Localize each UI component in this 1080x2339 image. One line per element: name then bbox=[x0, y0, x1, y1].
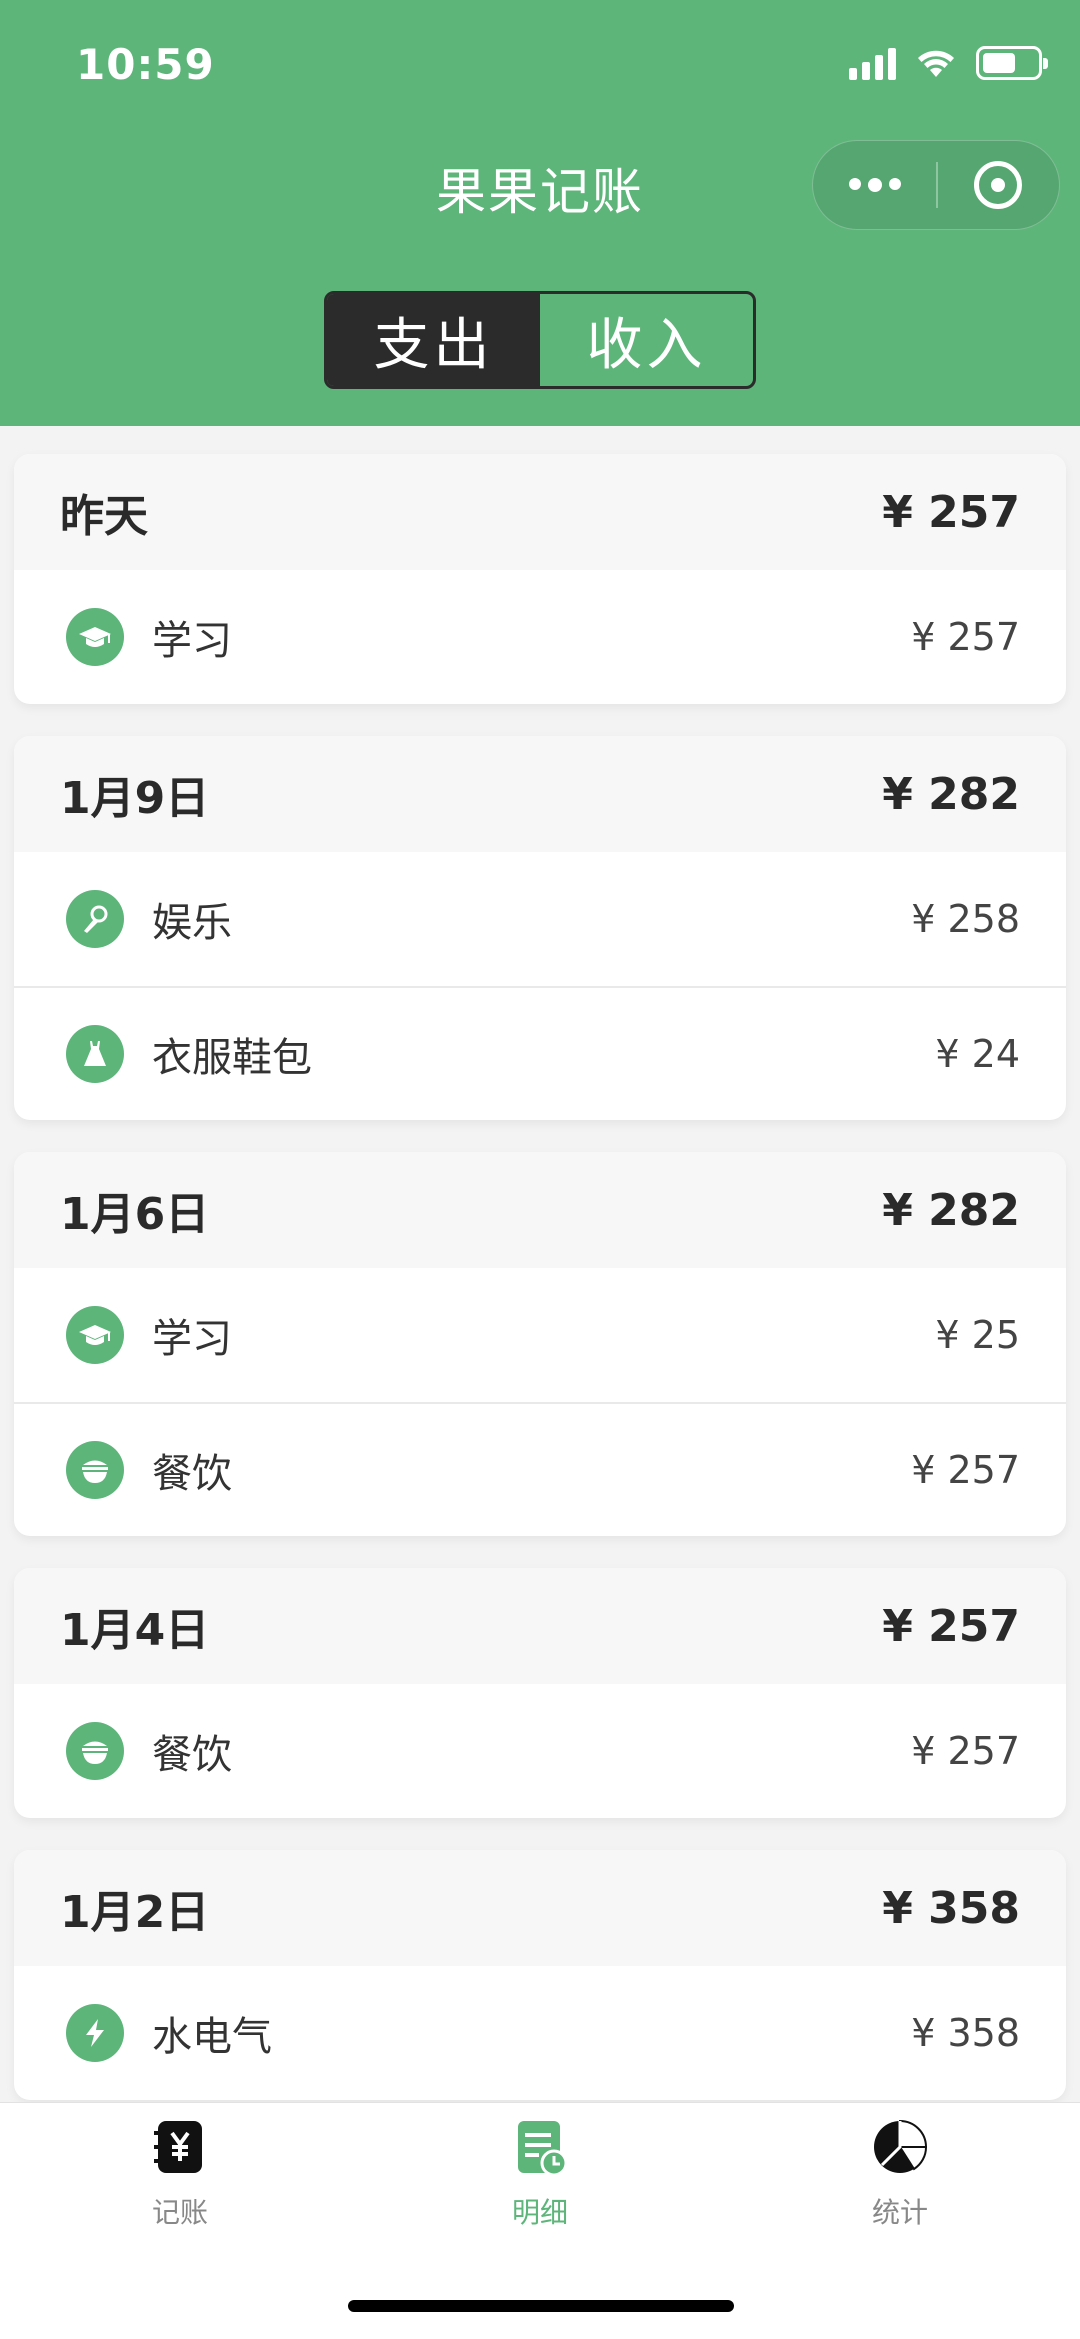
detail-list-clock-icon bbox=[518, 2121, 568, 2177]
ledger-yen-icon bbox=[154, 2121, 202, 2173]
record-amount: ¥ 358 bbox=[911, 2011, 1020, 2055]
day-total: ¥ 282 bbox=[882, 1184, 1020, 1236]
record-row[interactable]: 衣服鞋包 ¥ 24 bbox=[14, 986, 1066, 1120]
day-date: 1月4日 bbox=[60, 1605, 210, 1656]
record-category: 学习 bbox=[152, 1316, 232, 1362]
bowl-icon bbox=[66, 1722, 124, 1780]
day-group: 昨天 ¥ 257 学习 ¥ 257 bbox=[14, 454, 1066, 704]
record-amount: ¥ 25 bbox=[935, 1313, 1020, 1357]
tab-label: 记账 bbox=[151, 2196, 208, 2229]
day-date: 1月6日 bbox=[60, 1189, 210, 1240]
close-miniprogram-icon[interactable] bbox=[938, 161, 1059, 209]
record-category: 娱乐 bbox=[152, 900, 232, 946]
day-total: ¥ 282 bbox=[882, 768, 1020, 820]
day-date: 1月2日 bbox=[60, 1887, 210, 1938]
day-group: 1月9日 ¥ 282 娱乐 ¥ 258 衣服鞋包 ¥ 24 bbox=[14, 736, 1066, 1120]
lightning-icon bbox=[66, 2004, 124, 2062]
record-category: 水电气 bbox=[152, 2014, 272, 2060]
type-segmented-control: 支出 收入 bbox=[324, 291, 756, 389]
header-bar: 10:59 果果记账 支出 收入 bbox=[0, 0, 1080, 426]
segment-expense[interactable]: 支出 bbox=[327, 294, 540, 386]
day-header: 1月4日 ¥ 257 bbox=[14, 1568, 1066, 1684]
miniprogram-capsule bbox=[812, 140, 1060, 230]
record-amount: ¥ 257 bbox=[911, 1729, 1020, 1773]
tab-statistics[interactable]: 统计 bbox=[800, 2117, 1000, 2231]
graduation-cap-icon bbox=[66, 1306, 124, 1364]
record-row[interactable]: 水电气 ¥ 358 bbox=[14, 1966, 1066, 2100]
graduation-cap-icon bbox=[66, 608, 124, 666]
record-amount: ¥ 24 bbox=[935, 1032, 1020, 1076]
day-header: 昨天 ¥ 257 bbox=[14, 454, 1066, 570]
day-group: 1月2日 ¥ 358 水电气 ¥ 358 bbox=[14, 1850, 1066, 2100]
record-category: 学习 bbox=[152, 618, 232, 664]
bowl-icon bbox=[66, 1441, 124, 1499]
battery-icon bbox=[976, 46, 1048, 80]
record-category: 餐饮 bbox=[152, 1451, 232, 1497]
home-indicator bbox=[348, 2300, 734, 2312]
day-total: ¥ 257 bbox=[882, 1600, 1020, 1652]
record-amount: ¥ 257 bbox=[911, 1448, 1020, 1492]
record-amount: ¥ 257 bbox=[911, 615, 1020, 659]
record-row[interactable]: 娱乐 ¥ 258 bbox=[14, 852, 1066, 986]
record-row[interactable]: 餐饮 ¥ 257 bbox=[14, 1402, 1066, 1536]
day-date: 1月9日 bbox=[60, 773, 210, 824]
day-header: 1月2日 ¥ 358 bbox=[14, 1850, 1066, 1966]
microphone-icon bbox=[66, 890, 124, 948]
pie-chart-icon bbox=[874, 2119, 928, 2173]
dress-icon bbox=[66, 1025, 124, 1083]
record-list: 昨天 ¥ 257 学习 ¥ 257 1月9日 ¥ 282 娱乐 ¥ 258 衣服… bbox=[14, 454, 1066, 2132]
tab-ledger[interactable]: 记账 bbox=[80, 2117, 280, 2231]
tab-label: 统计 bbox=[871, 2196, 928, 2229]
day-total: ¥ 358 bbox=[882, 1882, 1020, 1934]
day-group: 1月6日 ¥ 282 学习 ¥ 25 餐饮 ¥ 257 bbox=[14, 1152, 1066, 1536]
segment-income[interactable]: 收入 bbox=[540, 294, 753, 386]
cellular-signal-icon bbox=[849, 46, 896, 80]
day-header: 1月9日 ¥ 282 bbox=[14, 736, 1066, 852]
tab-details[interactable]: 明细 bbox=[440, 2117, 640, 2231]
day-total: ¥ 257 bbox=[882, 486, 1020, 538]
record-category: 餐饮 bbox=[152, 1732, 232, 1778]
day-date: 昨天 bbox=[60, 491, 148, 542]
more-options-icon[interactable] bbox=[813, 178, 936, 192]
record-row[interactable]: 学习 ¥ 25 bbox=[14, 1268, 1066, 1402]
status-time: 10:59 bbox=[76, 40, 215, 89]
record-category: 衣服鞋包 bbox=[152, 1035, 312, 1081]
day-group: 1月4日 ¥ 257 餐饮 ¥ 257 bbox=[14, 1568, 1066, 1818]
tab-label: 明细 bbox=[511, 2196, 568, 2229]
wifi-icon bbox=[918, 50, 954, 77]
record-row[interactable]: 学习 ¥ 257 bbox=[14, 570, 1066, 704]
status-icons bbox=[849, 46, 1048, 80]
day-header: 1月6日 ¥ 282 bbox=[14, 1152, 1066, 1268]
record-row[interactable]: 餐饮 ¥ 257 bbox=[14, 1684, 1066, 1818]
record-amount: ¥ 258 bbox=[911, 897, 1020, 941]
